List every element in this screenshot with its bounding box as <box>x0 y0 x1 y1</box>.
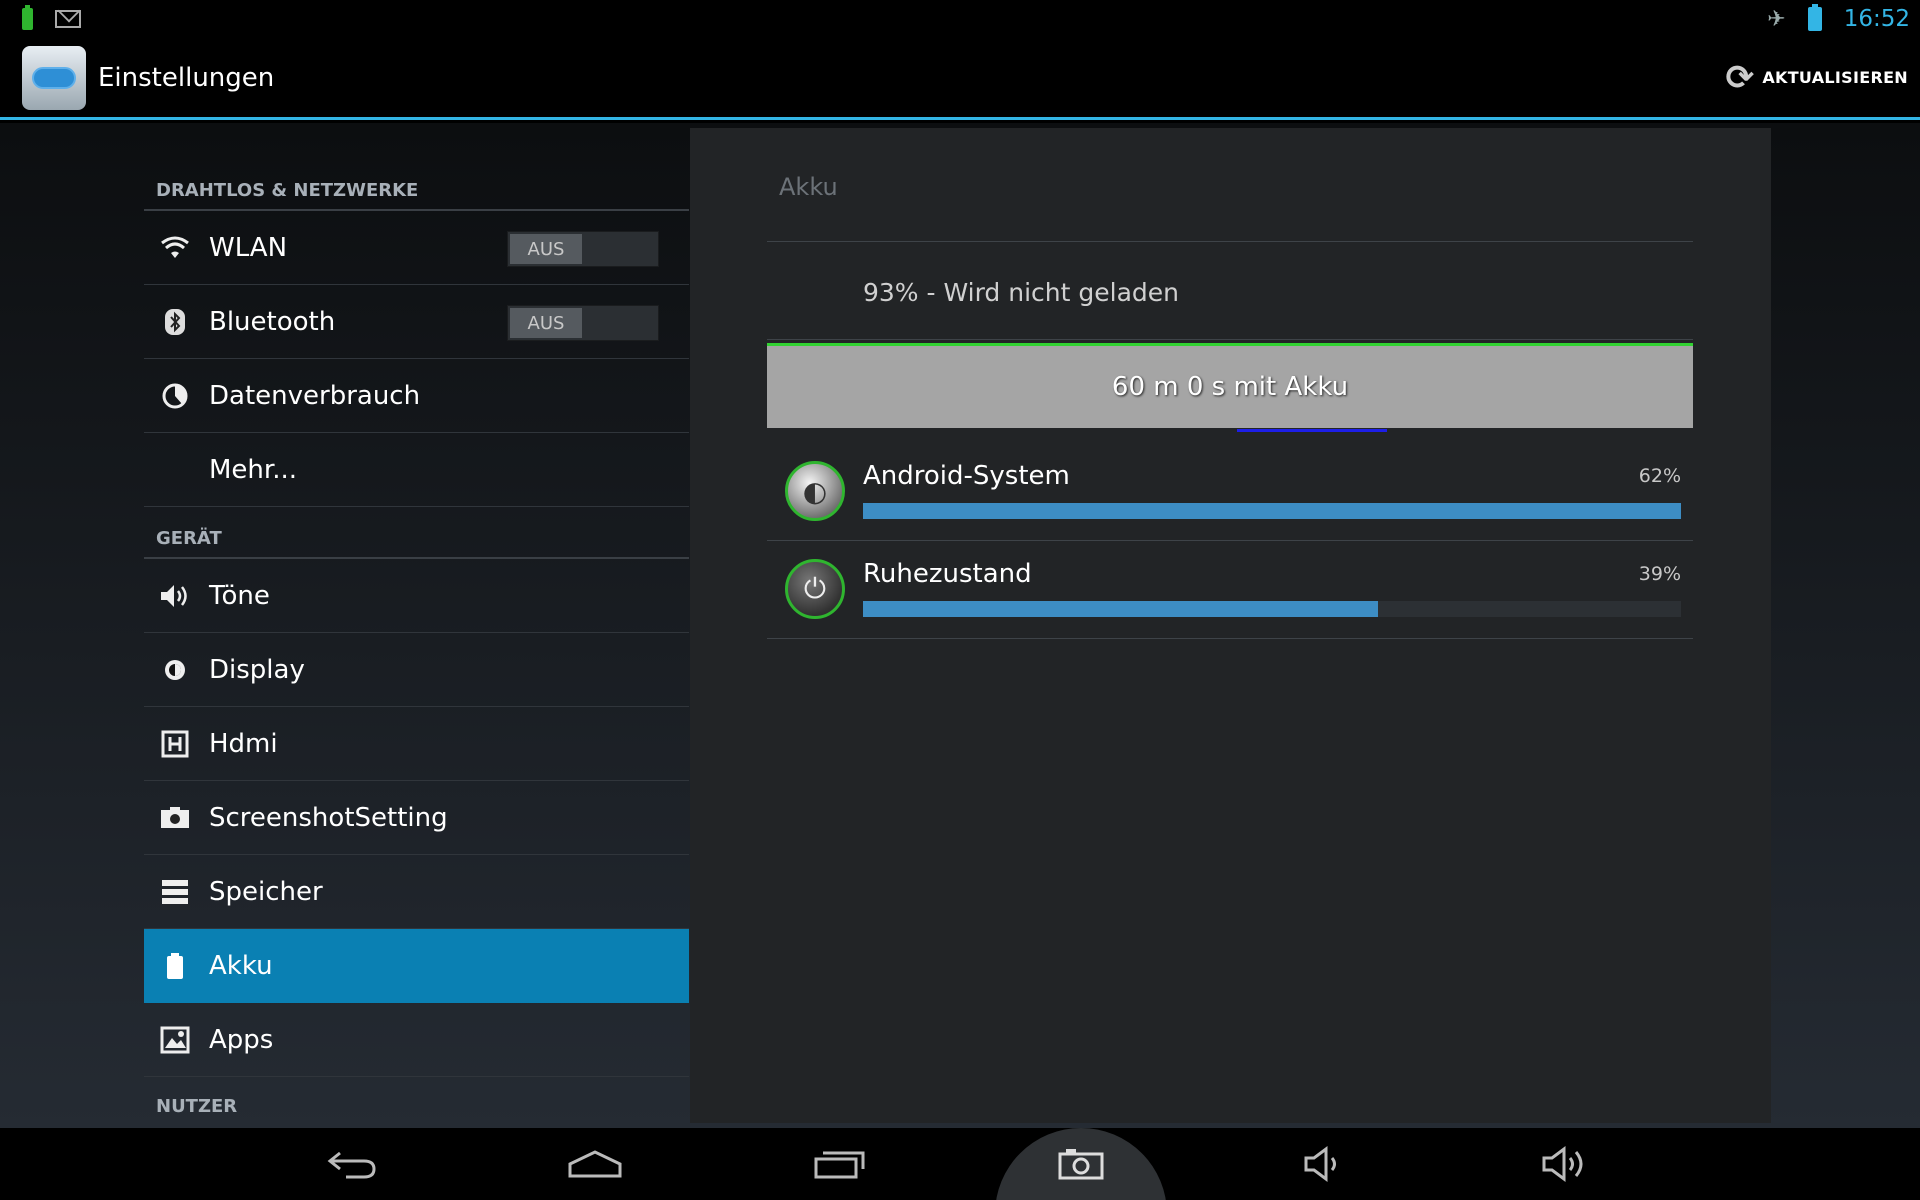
usage-name: Ruhezustand <box>863 559 1032 589</box>
usage-name: Android-System <box>863 461 1070 491</box>
battery-panel: Akku 93% - Wird nicht geladen 60 m 0 s m… <box>690 128 1771 1123</box>
settings-item-label: Display <box>209 654 305 685</box>
settings-item-more[interactable]: Mehr... <box>144 433 689 507</box>
bluetooth-toggle[interactable]: AUS <box>507 305 659 341</box>
section-header-user: NUTZER <box>156 1096 238 1117</box>
volume-down-button[interactable] <box>1285 1140 1365 1188</box>
settings-app-icon[interactable] <box>22 45 86 110</box>
navigation-bar <box>0 1128 1920 1200</box>
refresh-label: AKTUALISIEREN <box>1762 68 1908 87</box>
power-icon: ⏻ <box>785 559 845 619</box>
settings-item-display[interactable]: Display <box>144 633 689 707</box>
screenshot-button[interactable] <box>1041 1140 1121 1188</box>
recent-apps-icon <box>814 1151 865 1179</box>
toggle-state: AUS <box>510 308 582 338</box>
settings-item-label: Bluetooth <box>209 306 336 337</box>
data-usage-icon <box>158 379 192 413</box>
usage-bar-fill <box>863 601 1379 617</box>
home-icon <box>568 1150 622 1178</box>
wifi-icon <box>158 231 192 265</box>
settings-item-label: Hdmi <box>209 728 278 759</box>
volume-down-icon <box>1304 1146 1336 1182</box>
status-bar: ✈ 16:52 <box>0 0 1920 38</box>
usage-percent: 62% <box>1638 465 1681 487</box>
panel-title: Akku <box>779 173 838 201</box>
refresh-button[interactable]: ⟳ AKTUALISIEREN <box>1726 61 1908 95</box>
usage-row-idle[interactable]: ⏻ Ruhezustand 39% <box>767 541 1693 639</box>
camera-icon <box>1058 1149 1104 1180</box>
volume-up-button[interactable] <box>1527 1140 1607 1188</box>
battery-icon <box>1807 4 1822 31</box>
refresh-icon: ⟳ <box>1725 57 1755 98</box>
settings-item-apps[interactable]: Apps <box>144 1003 689 1077</box>
toggle-state: AUS <box>510 234 582 264</box>
action-bar: Einstellungen ⟳ AKTUALISIEREN <box>0 38 1920 120</box>
usage-bar <box>863 601 1681 617</box>
bluetooth-icon <box>158 305 192 339</box>
graph-label: 60 m 0 s mit Akku <box>1111 372 1349 402</box>
section-header-device: GERÄT <box>144 507 689 559</box>
recent-apps-button[interactable] <box>800 1140 880 1188</box>
storage-icon <box>158 875 192 909</box>
volume-up-icon <box>1542 1146 1583 1182</box>
divider <box>767 339 1693 340</box>
settings-item-hdmi[interactable]: Hdmi <box>144 707 689 781</box>
settings-item-bluetooth[interactable]: Bluetooth AUS <box>144 285 689 359</box>
settings-list: DRAHTLOS & NETZWERKE WLAN AUS Bluetooth … <box>144 123 689 1128</box>
settings-item-label: Töne <box>209 580 270 611</box>
brightness-icon <box>158 653 192 687</box>
battery-notification-icon <box>22 5 33 30</box>
usage-percent: 39% <box>1638 563 1681 585</box>
settings-item-label: ScreenshotSetting <box>209 802 448 833</box>
settings-item-sound[interactable]: Töne <box>144 559 689 633</box>
settings-item-data-usage[interactable]: Datenverbrauch <box>144 359 689 433</box>
battery-status[interactable]: 93% - Wird nicht geladen <box>863 278 1179 307</box>
settings-item-label: Mehr... <box>209 454 298 485</box>
battery-history-graph[interactable]: 60 m 0 s mit Akku <box>767 343 1693 432</box>
graph-indicator <box>1237 429 1387 432</box>
settings-item-screenshot[interactable]: ScreenshotSetting <box>144 781 689 855</box>
home-button[interactable] <box>555 1140 635 1188</box>
usage-bar-fill <box>863 503 1681 519</box>
settings-item-wlan[interactable]: WLAN AUS <box>144 211 689 285</box>
settings-item-label: Datenverbrauch <box>209 380 421 411</box>
speaker-icon <box>158 579 192 613</box>
settings-item-label: Speicher <box>209 876 323 907</box>
section-header-wireless: DRAHTLOS & NETZWERKE <box>144 123 689 211</box>
usage-row-android-system[interactable]: ◐ Android-System 62% <box>767 443 1693 541</box>
divider <box>767 241 1693 242</box>
back-button[interactable] <box>312 1140 392 1188</box>
back-icon <box>327 1151 376 1179</box>
hdmi-icon <box>158 727 192 761</box>
battery-icon <box>158 949 192 983</box>
clock: 16:52 <box>1843 6 1910 32</box>
camera-icon <box>158 801 192 835</box>
usage-bar <box>863 503 1681 519</box>
apps-icon <box>158 1023 192 1057</box>
wlan-toggle[interactable]: AUS <box>507 231 659 267</box>
settings-item-battery[interactable]: Akku <box>144 929 689 1003</box>
settings-item-label: WLAN <box>209 232 288 263</box>
gmail-icon <box>55 10 81 28</box>
settings-item-storage[interactable]: Speicher <box>144 855 689 929</box>
android-system-icon: ◐ <box>785 461 845 521</box>
airplane-mode-icon: ✈ <box>1767 6 1786 32</box>
settings-item-label: Apps <box>209 1024 274 1055</box>
main-area: DRAHTLOS & NETZWERKE WLAN AUS Bluetooth … <box>0 123 1920 1128</box>
app-title: Einstellungen <box>98 62 275 93</box>
settings-item-label: Akku <box>209 950 273 981</box>
